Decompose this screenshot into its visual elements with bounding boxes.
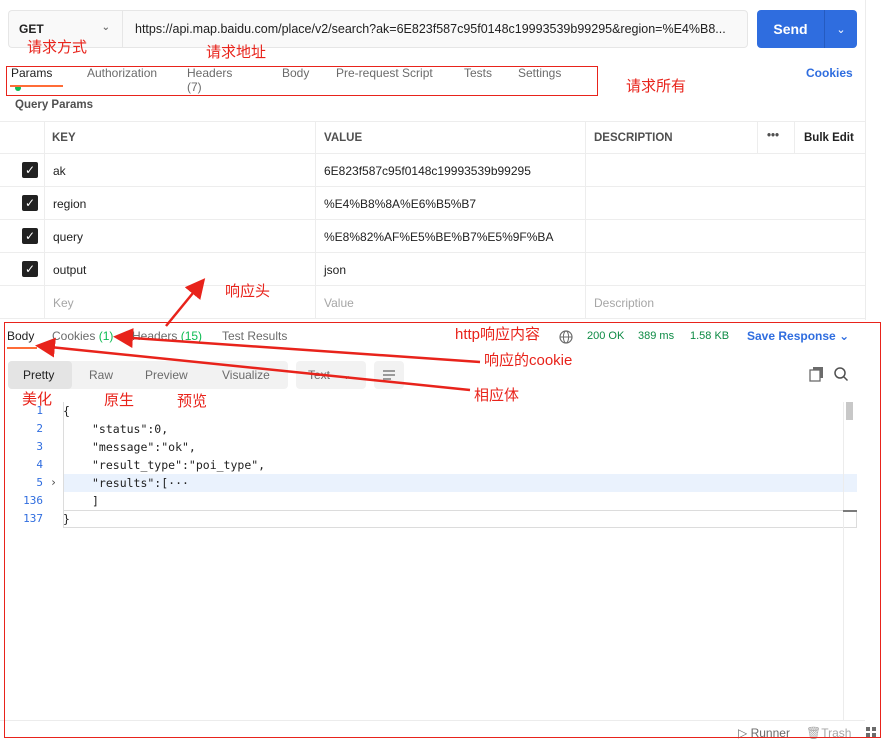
param-key[interactable]: region xyxy=(53,197,86,211)
annotation-http-response: http响应内容 xyxy=(455,326,541,343)
table-row: ✓ ak 6E823f587c95f0148c19993539b99295 xyxy=(0,154,865,187)
response-annotation-box xyxy=(4,322,881,738)
panel-edge xyxy=(865,0,866,320)
header-key: KEY xyxy=(52,132,76,144)
checkbox-checked-icon[interactable]: ✓ xyxy=(22,162,38,178)
query-params-title: Query Params xyxy=(15,99,93,111)
send-label: Send xyxy=(773,21,808,37)
param-value[interactable]: 6E823f587c95f0148c19993539b99295 xyxy=(324,164,531,178)
annotation-request-all: 请求所有 xyxy=(626,78,687,95)
param-key[interactable]: ak xyxy=(53,164,66,178)
cookies-link[interactable]: Cookies xyxy=(806,66,853,80)
annotation-method: 请求方式 xyxy=(27,39,88,56)
chevron-down-icon: ⌄ xyxy=(101,22,110,33)
method-label: GET xyxy=(19,22,44,36)
annotation-response-cookie: 响应的cookie xyxy=(484,352,573,369)
checkbox-checked-icon[interactable]: ✓ xyxy=(22,261,38,277)
send-button[interactable]: Send ⌄ xyxy=(757,10,857,48)
table-header-row: KEY VALUE DESCRIPTION ••• Bulk Edit xyxy=(0,121,865,154)
more-options-icon[interactable]: ••• xyxy=(767,130,779,142)
checkbox-checked-icon[interactable]: ✓ xyxy=(22,195,38,211)
param-key[interactable]: output xyxy=(53,263,86,277)
params-underline xyxy=(10,85,62,87)
table-row: ✓ output json xyxy=(0,253,865,286)
table-row-empty: Key Value Description xyxy=(0,286,865,319)
annotation-raw: 原生 xyxy=(104,392,135,409)
table-row: ✓ query %E8%82%AF%E5%BE%B7%E5%9F%BA xyxy=(0,220,865,253)
table-row: ✓ region %E4%B8%8A%E6%B5%B7 xyxy=(0,187,865,220)
annotation-pretty: 美化 xyxy=(22,391,53,408)
annotation-url: 请求地址 xyxy=(206,44,267,61)
param-key[interactable]: query xyxy=(53,230,83,244)
param-value[interactable]: json xyxy=(324,263,346,277)
param-value[interactable]: %E8%82%AF%E5%BE%B7%E5%9F%BA xyxy=(324,230,553,244)
header-description: DESCRIPTION xyxy=(594,132,673,144)
annotation-response-body: 相应体 xyxy=(474,387,520,404)
request-tabs-annotation-box xyxy=(6,66,598,96)
header-value: VALUE xyxy=(324,132,363,144)
description-placeholder[interactable]: Description xyxy=(594,296,654,310)
annotation-preview: 预览 xyxy=(177,393,208,410)
annotation-response-header: 响应头 xyxy=(225,283,271,300)
value-placeholder[interactable]: Value xyxy=(324,296,354,310)
param-value[interactable]: %E4%B8%8A%E6%B5%B7 xyxy=(324,197,476,211)
key-placeholder[interactable]: Key xyxy=(53,296,74,310)
checkbox-checked-icon[interactable]: ✓ xyxy=(22,228,38,244)
bulk-edit-button[interactable]: Bulk Edit xyxy=(804,132,854,144)
chevron-down-icon[interactable]: ⌄ xyxy=(825,23,857,36)
params-table: KEY VALUE DESCRIPTION ••• Bulk Edit ✓ ak… xyxy=(0,121,865,319)
